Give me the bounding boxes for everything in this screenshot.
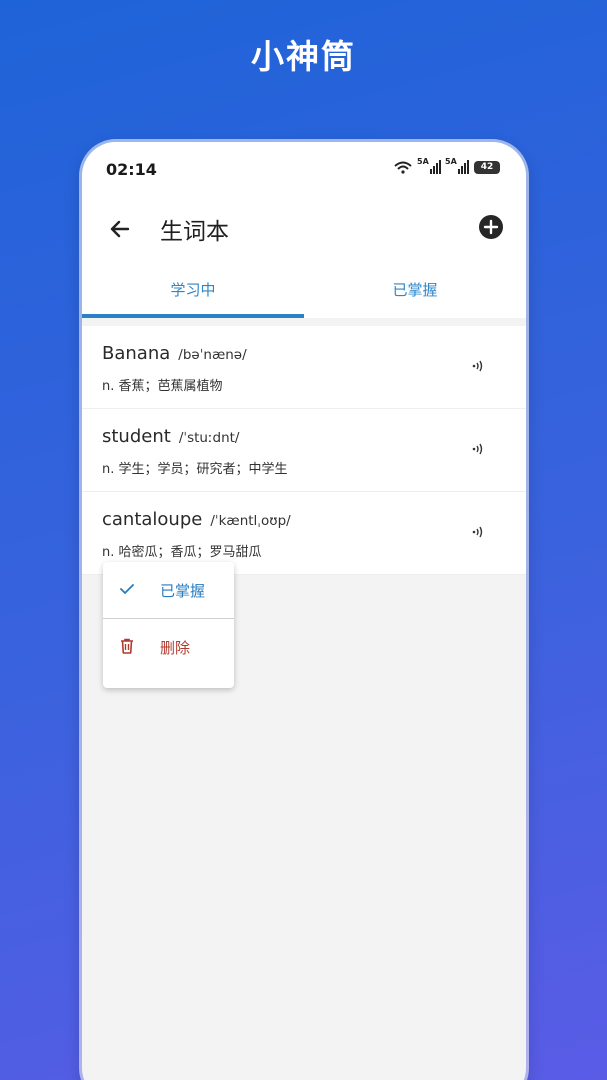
tab-bar: 学习中 已掌握 [82,268,526,318]
word-row[interactable]: Banana/bəˈnænə/ n. 香蕉；芭蕉属植物 [82,326,526,409]
context-menu: 已掌握 删除 [103,562,234,688]
trash-icon [121,638,133,654]
word-text: student [102,426,171,447]
plus-circle-icon[interactable] [478,214,504,240]
status-bar: 02:14 5A 5A 42 [82,142,526,198]
menu-item-delete[interactable]: 删除 [103,619,234,675]
phone-frame: 02:14 5A 5A 42 生词本 学习中 已掌握 Banana /bəˈnæ… [82,142,526,1080]
signal-icon: 5A [445,157,469,174]
word-entry: student/ˈstuːdnt/ [102,426,239,447]
word-row[interactable]: student/ˈstuːdnt/ n. 学生；学员；研究者；中学生 [82,409,526,492]
signal-1-label: 5A [417,157,429,166]
speaker-icon[interactable] [470,358,486,374]
word-meaning: n. 哈密瓜；香瓜；罗马甜瓜 [102,545,262,560]
word-list: Banana/bəˈnænə/ n. 香蕉；芭蕉属植物 student/ˈstu… [82,326,526,575]
arrow-left-icon[interactable] [106,215,134,243]
word-phonetic: /ˈstuːdnt/ [178,430,240,446]
menu-item-label: 已掌握 [160,582,206,600]
word-text: cantaloupe [102,509,203,530]
app-bar: 生词本 [82,198,526,260]
word-text: Banana [102,343,171,364]
status-icons: 5A 5A 42 [393,157,500,174]
word-meaning: n. 香蕉；芭蕉属植物 [102,379,223,394]
speaker-icon[interactable] [470,441,486,457]
word-phonetic: /ˈkæntlˌoʊp/ [210,513,291,529]
signal-icon: 5A [417,157,441,174]
status-time: 02:14 [106,160,157,179]
word-entry: cantaloupe/ˈkæntlˌoʊp/ [102,509,291,530]
battery-indicator: 42 [474,160,500,174]
check-icon [120,584,134,594]
speaker-icon[interactable] [470,524,486,540]
signal-2-label: 5A [445,157,457,166]
wifi-icon [394,161,412,174]
menu-item-mastered[interactable]: 已掌握 [103,562,234,619]
word-entry: Banana/bəˈnænə/ [102,343,247,364]
promo-title: 小神筒 [251,37,356,76]
tab-indicator [82,314,304,318]
word-phonetic: /bəˈnænə/ [178,347,247,363]
word-meaning: n. 学生；学员；研究者；中学生 [102,462,288,477]
menu-item-label: 删除 [160,639,191,657]
tab-learning[interactable]: 学习中 [82,268,304,318]
tab-mastered[interactable]: 已掌握 [304,268,526,318]
page-title: 生词本 [160,219,229,245]
